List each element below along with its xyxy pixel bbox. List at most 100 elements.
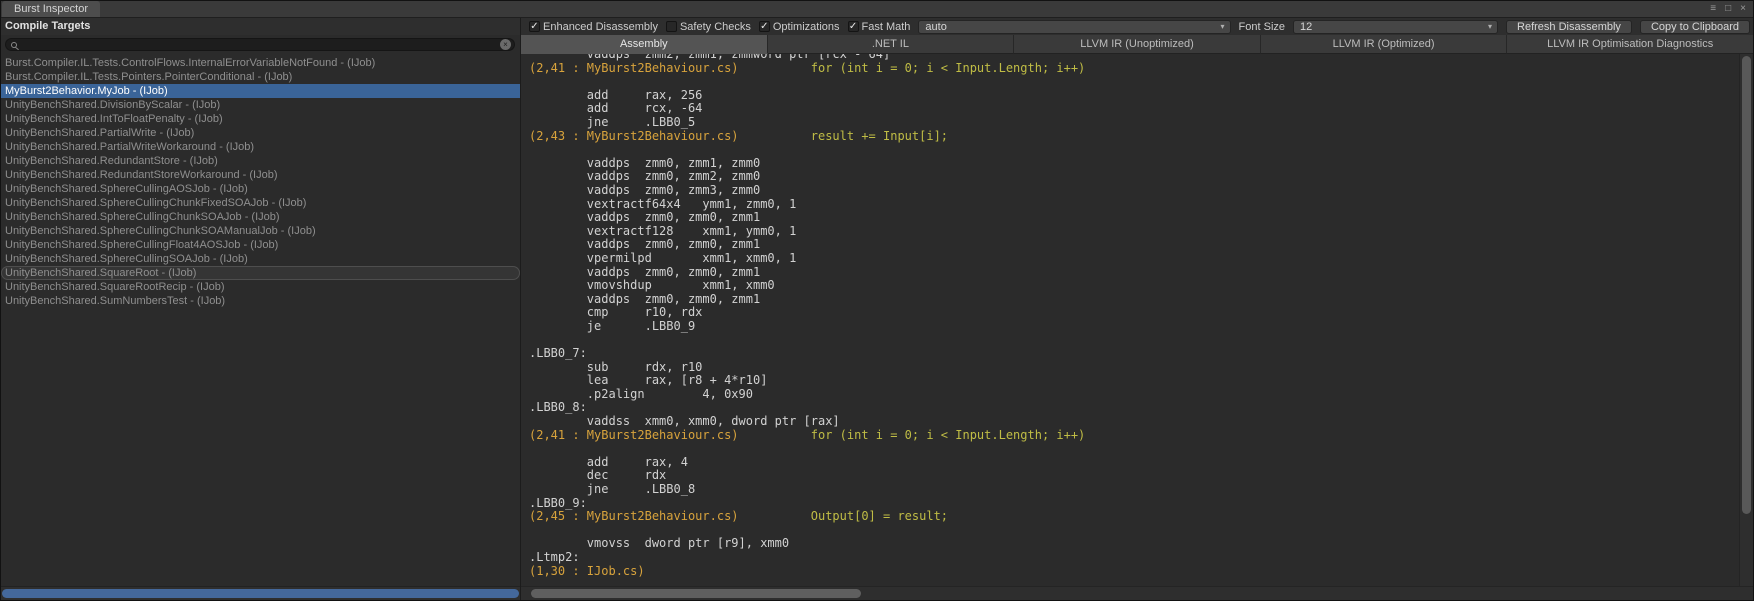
burst-inspector-window: Burst Inspector ≡ □ × Compile Targets × … xyxy=(0,0,1754,601)
checkbox-label: Safety Checks xyxy=(680,21,751,33)
compile-target-item[interactable]: UnityBenchShared.DivisionByScalar - (IJo… xyxy=(1,98,520,112)
asm-line: vmovshdup xmm1, xmm0 xyxy=(529,279,1739,293)
sidebar-hscroll-thumb[interactable] xyxy=(2,589,519,598)
toolbar-checkbox-enhanced-disassembly[interactable]: ✓Enhanced Disassembly xyxy=(529,21,658,33)
compile-target-item[interactable]: UnityBenchShared.SphereCullingChunkFixed… xyxy=(1,196,520,210)
chevron-down-icon: ▾ xyxy=(1482,22,1492,31)
assembly-vscroll-thumb[interactable] xyxy=(1742,56,1751,514)
asm-line: (2,41 : MyBurst2Behaviour.cs)for (int i … xyxy=(529,62,1739,76)
toolbar: ✓Enhanced DisassemblySafety Checks✓Optim… xyxy=(521,18,1753,35)
compile-target-item[interactable]: UnityBenchShared.IntToFloatPenalty - (IJ… xyxy=(1,112,520,126)
checkbox-checked-icon[interactable]: ✓ xyxy=(848,21,859,32)
search-box[interactable]: × xyxy=(5,38,515,51)
asm-line: .p2align 4, 0x90 xyxy=(529,388,1739,402)
asm-line: vaddps zmm0, zmm3, zmm0 xyxy=(529,184,1739,198)
window-body: Compile Targets × Burst.Compiler.IL.Test… xyxy=(1,18,1753,600)
source-code: result += Input[i]; xyxy=(811,129,948,143)
asm-line: (2,41 : MyBurst2Behaviour.cs)for (int i … xyxy=(529,429,1739,443)
asm-line xyxy=(529,524,1739,538)
font-size-value: 12 xyxy=(1300,21,1312,33)
asm-line: (2,43 : MyBurst2Behaviour.cs)result += I… xyxy=(529,130,1739,144)
checkbox-label: Optimizations xyxy=(773,21,840,33)
search-input[interactable] xyxy=(17,39,500,50)
compile-target-item[interactable]: UnityBenchShared.SphereCullingChunkSOAMa… xyxy=(1,224,520,238)
compile-target-item[interactable]: Burst.Compiler.IL.Tests.Pointers.Pointer… xyxy=(1,70,520,84)
asm-line xyxy=(529,75,1739,89)
compile-targets-pane: Compile Targets × Burst.Compiler.IL.Test… xyxy=(1,18,521,600)
compile-target-item[interactable]: UnityBenchShared.SquareRoot - (IJob) xyxy=(1,266,520,280)
font-size-dropdown[interactable]: 12 ▾ xyxy=(1293,20,1498,34)
asm-line: add rax, 256 xyxy=(529,89,1739,103)
compile-target-item[interactable]: Burst.Compiler.IL.Tests.ControlFlows.Int… xyxy=(1,56,520,70)
asm-line xyxy=(529,143,1739,157)
asm-line: vaddps zmm0, zmm0, zmm1 xyxy=(529,211,1739,225)
compile-target-item[interactable]: UnityBenchShared.PartialWriteWorkaround … xyxy=(1,140,520,154)
window-menu-icon[interactable]: ≡ xyxy=(1710,0,1716,17)
asm-line: vmovss dword ptr [r9], xmm0 xyxy=(529,537,1739,551)
asm-line: vaddps zmm0, zmm1, zmm0 xyxy=(529,157,1739,171)
tab-llvm-ir-unoptimized[interactable]: LLVM IR (Unoptimized) xyxy=(1014,35,1261,54)
close-icon[interactable]: × xyxy=(1740,0,1746,17)
copy-to-clipboard-button[interactable]: Copy to Clipboard xyxy=(1640,20,1750,34)
compile-target-item[interactable]: UnityBenchShared.SphereCullingFloat4AOSJ… xyxy=(1,238,520,252)
compile-target-item[interactable]: UnityBenchShared.SumNumbersTest - (IJob) xyxy=(1,294,520,308)
source-code: Output[0] = result; xyxy=(811,509,948,523)
asm-line: vextractf128 xmm1, ymm0, 1 xyxy=(529,225,1739,239)
source-annotation: (2,45 : MyBurst2Behaviour.cs) xyxy=(529,510,811,524)
asm-line: .LBB0_8: xyxy=(529,401,1739,415)
assembly-horizontal-scrollbar[interactable] xyxy=(521,586,1753,600)
compile-target-item[interactable]: UnityBenchShared.SphereCullingAOSJob - (… xyxy=(1,182,520,196)
assembly-code: vaddps zmm2, zmm1, zmmword ptr [rcx - 64… xyxy=(521,54,1739,578)
tab-assembly[interactable]: Assembly xyxy=(521,35,768,54)
compile-targets-header: Compile Targets xyxy=(1,18,520,35)
titlebar: Burst Inspector ≡ □ × xyxy=(1,1,1753,18)
asm-line xyxy=(529,442,1739,456)
tab-net-il[interactable]: .NET IL xyxy=(768,35,1015,54)
asm-line: (2,45 : MyBurst2Behaviour.cs)Output[0] =… xyxy=(529,510,1739,524)
checkbox-checked-icon[interactable]: ✓ xyxy=(759,21,770,32)
source-code: for (int i = 0; i < Input.Length; i++) xyxy=(811,428,1086,442)
refresh-disassembly-button[interactable]: Refresh Disassembly xyxy=(1506,20,1632,34)
checkbox-unchecked-icon[interactable] xyxy=(666,21,677,32)
compile-target-list[interactable]: Burst.Compiler.IL.Tests.ControlFlows.Int… xyxy=(1,54,520,586)
chevron-down-icon: ▾ xyxy=(1215,22,1225,31)
compile-target-item[interactable]: UnityBenchShared.RedundantStoreWorkaroun… xyxy=(1,168,520,182)
asm-line: vaddps zmm0, zmm0, zmm1 xyxy=(529,238,1739,252)
asm-line: .LBB0_9: xyxy=(529,497,1739,511)
toolbar-checkbox-optimizations[interactable]: ✓Optimizations xyxy=(759,21,840,33)
assembly-vertical-scrollbar[interactable] xyxy=(1739,54,1753,586)
tab-llvm-ir-optimisation-diagnostics[interactable]: LLVM IR Optimisation Diagnostics xyxy=(1507,35,1753,54)
toolbar-checkbox-safety-checks[interactable]: Safety Checks xyxy=(666,21,751,33)
maximize-icon[interactable]: □ xyxy=(1725,0,1731,17)
search-clear-icon[interactable]: × xyxy=(500,39,511,50)
compile-target-item[interactable]: UnityBenchShared.RedundantStore - (IJob) xyxy=(1,154,520,168)
asm-line: vaddps zmm0, zmm0, zmm1 xyxy=(529,293,1739,307)
search-row: × xyxy=(1,35,520,54)
assembly-hscroll-thumb[interactable] xyxy=(531,589,861,598)
assembly-view[interactable]: vaddps zmm2, zmm1, zmmword ptr [rcx - 64… xyxy=(521,54,1739,586)
tab-llvm-ir-optimized[interactable]: LLVM IR (Optimized) xyxy=(1261,35,1508,54)
checkbox-label: Enhanced Disassembly xyxy=(543,21,658,33)
compile-target-item[interactable]: MyBurst2Behavior.MyJob - (IJob) xyxy=(1,84,520,98)
asm-line: je .LBB0_9 xyxy=(529,320,1739,334)
asm-line: cmp r10, rdx xyxy=(529,306,1739,320)
checkbox-checked-icon[interactable]: ✓ xyxy=(529,21,540,32)
source-code: for (int i = 0; i < Input.Length; i++) xyxy=(811,61,1086,75)
sidebar-horizontal-scrollbar[interactable] xyxy=(1,586,520,600)
checkbox-label: Fast Math xyxy=(862,21,911,33)
asm-line: dec rdx xyxy=(529,469,1739,483)
compile-target-item[interactable]: UnityBenchShared.SquareRootRecip - (IJob… xyxy=(1,280,520,294)
compile-target-item[interactable]: UnityBenchShared.PartialWrite - (IJob) xyxy=(1,126,520,140)
asm-line: (1,30 : IJob.cs) xyxy=(529,565,1739,579)
asm-line: add rcx, -64 xyxy=(529,102,1739,116)
asm-line: .LBB0_7: xyxy=(529,347,1739,361)
toolbar-checkbox-fast-math[interactable]: ✓Fast Math xyxy=(848,21,911,33)
window-tab-burst-inspector[interactable]: Burst Inspector xyxy=(2,1,100,17)
compile-target-item[interactable]: UnityBenchShared.SphereCullingChunkSOAJo… xyxy=(1,210,520,224)
target-cpu-dropdown[interactable]: auto ▾ xyxy=(918,20,1230,34)
toolbar-checkboxes: ✓Enhanced DisassemblySafety Checks✓Optim… xyxy=(529,21,910,33)
asm-line: lea rax, [r8 + 4*r10] xyxy=(529,374,1739,388)
compile-target-item[interactable]: UnityBenchShared.SphereCullingSOAJob - (… xyxy=(1,252,520,266)
search-icon xyxy=(11,42,17,48)
source-annotation: (1,30 : IJob.cs) xyxy=(529,565,811,579)
